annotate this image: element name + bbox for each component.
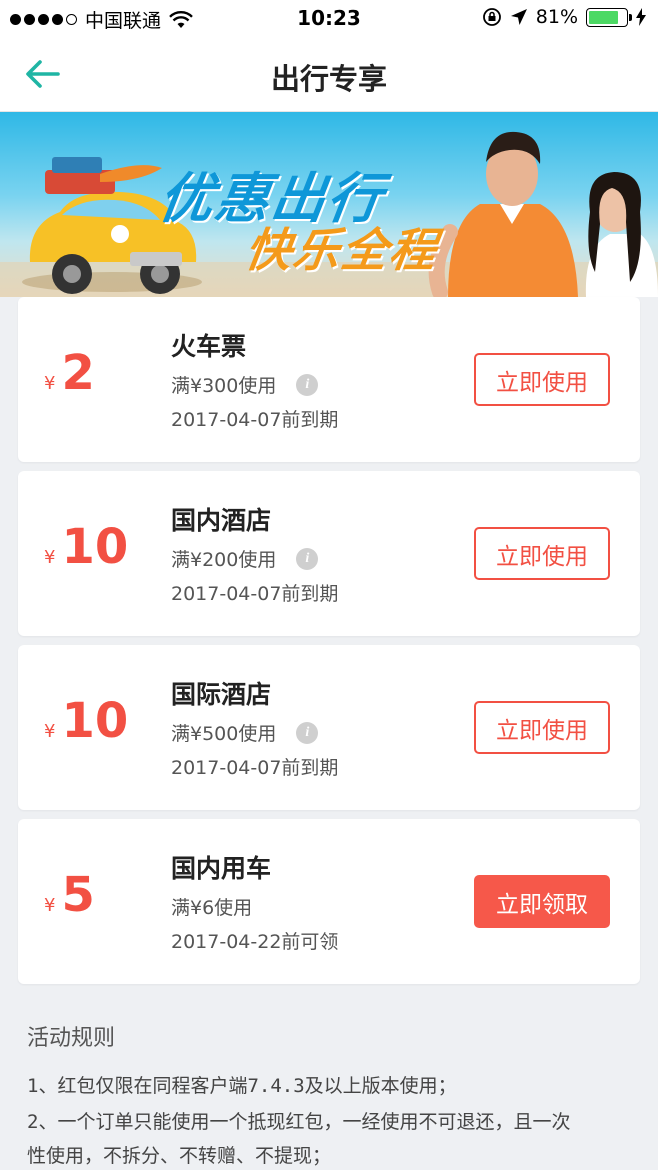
coupon-title: 火车票 xyxy=(171,332,247,361)
info-icon[interactable]: i xyxy=(296,721,319,744)
currency-symbol: ¥ xyxy=(44,721,56,742)
promo-banner[interactable]: 优惠出行 快乐全程 xyxy=(0,112,658,297)
battery-percent: 81% xyxy=(535,6,578,28)
coupon-price: ¥ 2 xyxy=(44,345,95,401)
coupon-condition-text: 满¥6使用 xyxy=(171,897,253,919)
coupon-price: ¥ 5 xyxy=(44,867,95,923)
coupon-title: 国内酒店 xyxy=(171,506,272,535)
coupon-title: 国内用车 xyxy=(171,854,272,883)
coupon-expiry: 2017-04-07前到期 xyxy=(171,409,339,431)
page-title: 出行专享 xyxy=(270,62,387,96)
coupon-condition: 满¥500使用 i xyxy=(171,719,319,746)
coupon-price: ¥ 10 xyxy=(44,519,128,575)
rule-line: 1、红包仅限在同程客户端7.4.3及以上版本使用； xyxy=(27,1075,457,1097)
coupon-condition-text: 满¥500使用 xyxy=(171,723,277,745)
coupon-condition: 满¥300使用 i xyxy=(171,371,319,398)
rule-line: 2、一个订单只能使用一个抵现红包，一经使用不可退还，且一次 xyxy=(27,1111,571,1133)
use-now-button[interactable]: 立即使用 xyxy=(474,701,610,754)
coupon-condition: 满¥200使用 i xyxy=(171,545,319,572)
coupon-card-car-rental: ¥ 5 国内用车 满¥6使用 2017-04-22前可领 立即领取 xyxy=(18,819,640,984)
status-right: 81% xyxy=(482,6,646,28)
coupon-expiry: 2017-04-22前可领 xyxy=(171,931,339,953)
info-icon[interactable]: i xyxy=(296,373,319,396)
use-now-button[interactable]: 立即使用 xyxy=(474,527,610,580)
coupon-condition: 满¥6使用 xyxy=(171,893,252,920)
charging-bolt-icon xyxy=(636,8,646,26)
coupon-card-domestic-hotel: ¥ 10 国内酒店 满¥200使用 i 2017-04-07前到期 立即使用 xyxy=(18,471,640,636)
coupon-amount: 10 xyxy=(61,693,129,749)
coupon-card-train: ¥ 2 火车票 满¥300使用 i 2017-04-07前到期 立即使用 xyxy=(18,297,640,462)
woman-illustration xyxy=(585,172,658,297)
orientation-lock-icon xyxy=(482,8,501,26)
coupon-amount: 10 xyxy=(61,519,129,575)
rule-line: 性使用，不拆分、不转赠、不提现； xyxy=(27,1145,332,1167)
currency-symbol: ¥ xyxy=(44,547,56,568)
currency-symbol: ¥ xyxy=(44,373,56,394)
status-bar: 中国联通 10:23 81% xyxy=(0,0,658,36)
banner-subheadline: 快乐全程 xyxy=(241,223,442,277)
currency-symbol: ¥ xyxy=(44,895,56,916)
man-illustration xyxy=(428,131,578,297)
battery-icon xyxy=(586,7,632,27)
coupon-title: 国际酒店 xyxy=(171,680,272,709)
location-arrow-icon xyxy=(510,9,527,25)
info-icon[interactable]: i xyxy=(296,547,319,570)
coupon-amount: 2 xyxy=(61,345,95,401)
coupon-price: ¥ 10 xyxy=(44,693,128,749)
coupon-expiry: 2017-04-07前到期 xyxy=(171,583,339,605)
coupon-expiry: 2017-04-07前到期 xyxy=(171,757,339,779)
claim-now-button[interactable]: 立即领取 xyxy=(474,875,610,928)
coupon-amount: 5 xyxy=(61,867,95,923)
nav-bar: 出行专享 xyxy=(0,36,658,112)
coupon-condition-text: 满¥300使用 xyxy=(171,375,277,397)
rules-title: 活动规则 xyxy=(27,1026,116,1051)
coupon-card-intl-hotel: ¥ 10 国际酒店 满¥500使用 i 2017-04-07前到期 立即使用 xyxy=(18,645,640,810)
use-now-button[interactable]: 立即使用 xyxy=(474,353,610,406)
coupon-condition-text: 满¥200使用 xyxy=(171,549,277,571)
